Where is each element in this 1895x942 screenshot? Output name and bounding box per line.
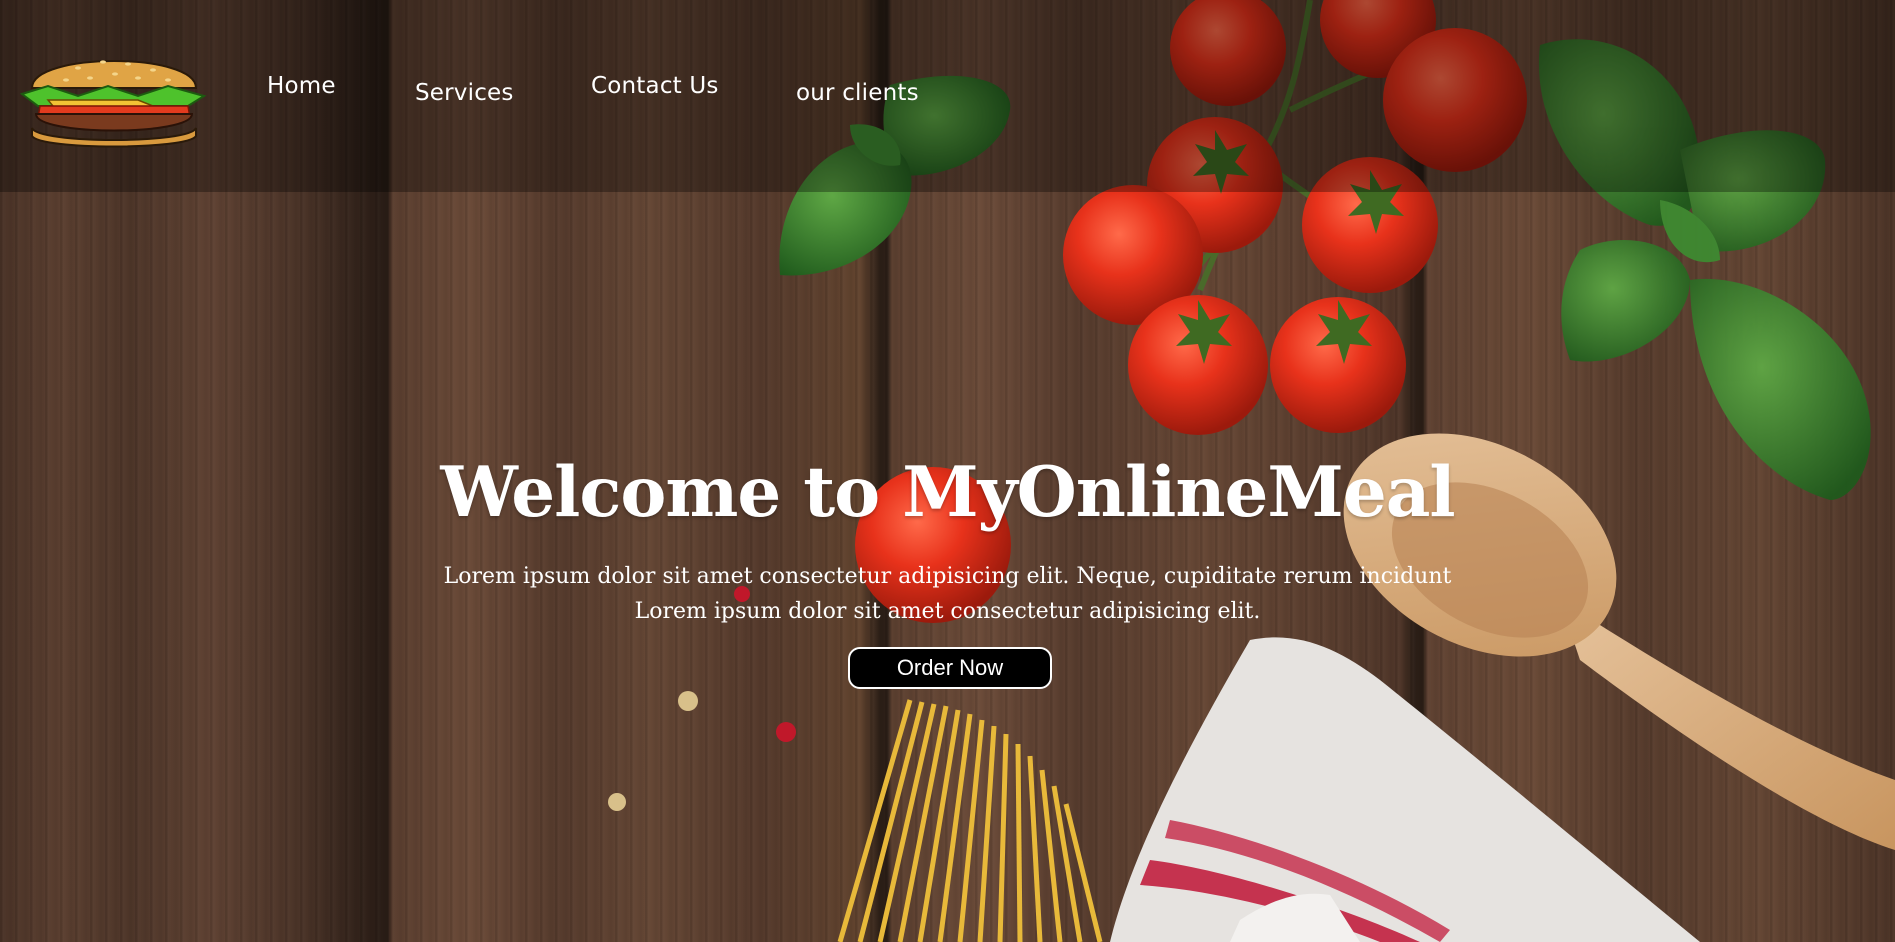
nav-link-services[interactable]: Services [415, 80, 514, 106]
hero-subtitle-line-1: Lorem ipsum dolor sit amet consectetur a… [443, 564, 1452, 589]
logo-link[interactable] [18, 40, 208, 148]
hero-title: Welcome to MyOnlineMeal [440, 452, 1455, 533]
nav-link-our-clients[interactable]: our clients [796, 80, 919, 106]
hero-subtitle-line-2: Lorem ipsum dolor sit amet consectetur a… [634, 599, 1261, 624]
order-now-button[interactable]: Order Now [848, 647, 1052, 689]
nav-link-contact-us[interactable]: Contact Us [591, 73, 719, 99]
nav-link-home[interactable]: Home [267, 73, 336, 99]
burger-icon [19, 60, 207, 148]
navbar: Home Services Contact Us our clients [0, 0, 1895, 192]
spaghetti [837, 699, 1103, 942]
